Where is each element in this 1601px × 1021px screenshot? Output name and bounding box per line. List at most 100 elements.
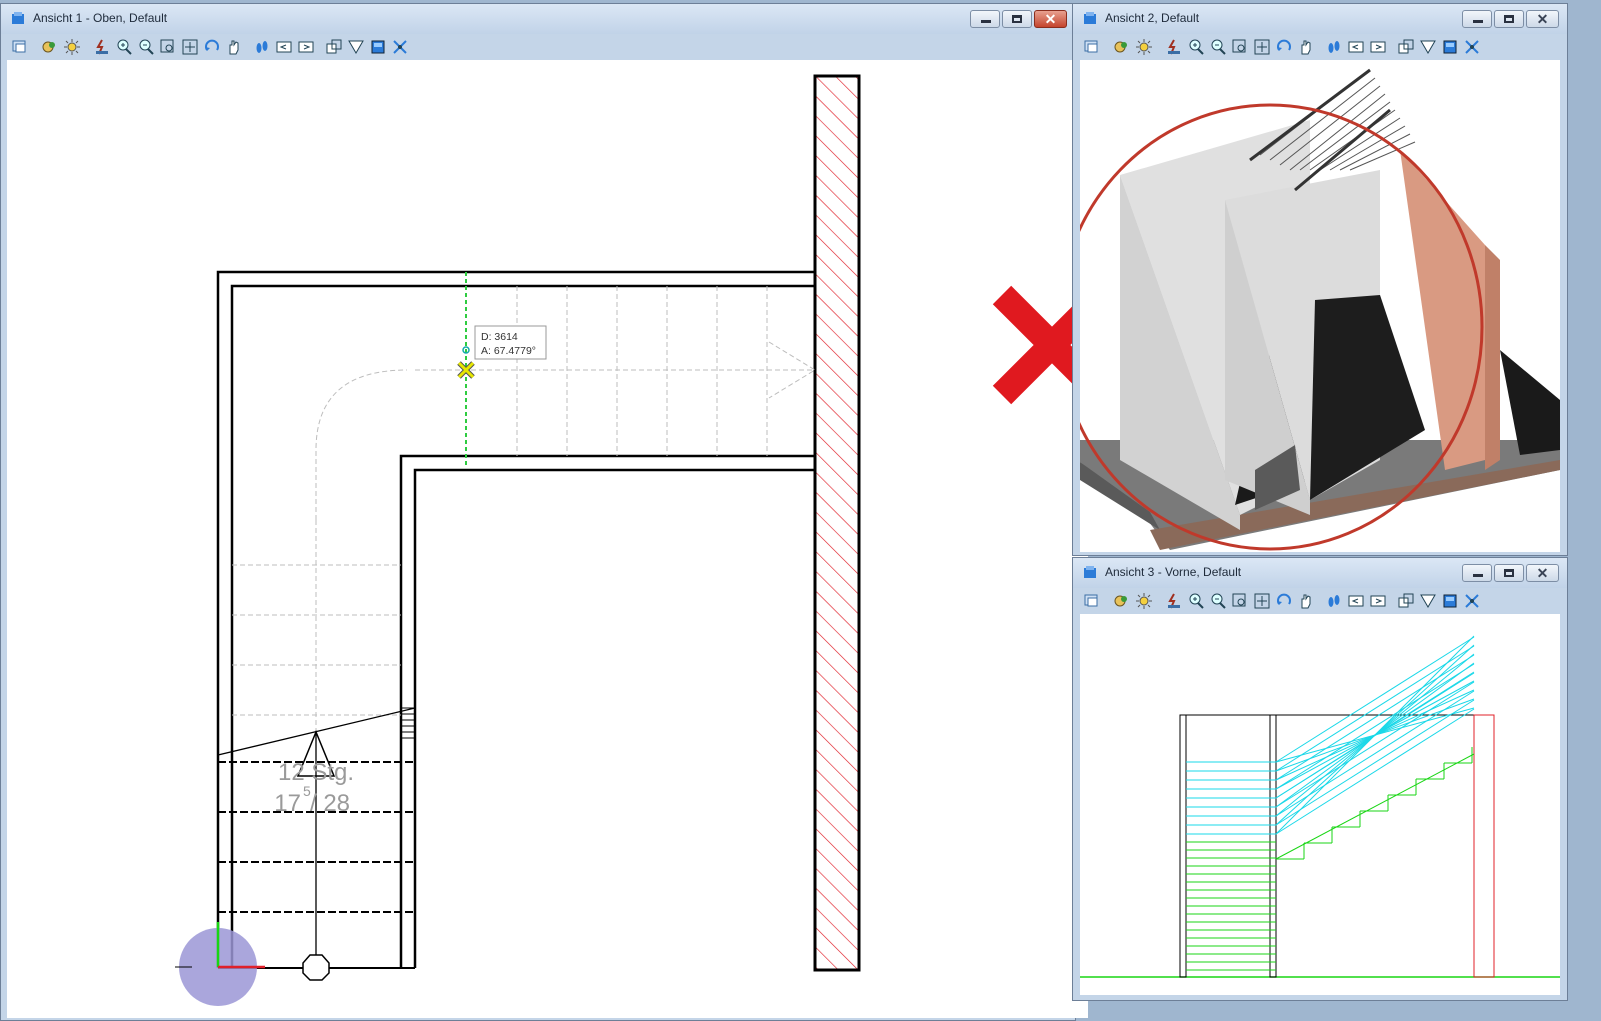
clip-volume-button[interactable] [1419,38,1437,56]
stair-step-count: 12 Stg. [278,759,354,786]
walk-button[interactable] [1325,592,1343,610]
view-attributes-button[interactable] [1083,38,1101,56]
zoom-in-icon [1189,39,1204,55]
view-attributes-button[interactable] [1083,592,1101,610]
hatched-wall [813,74,861,972]
rotate-view-button[interactable] [1275,38,1293,56]
rotate-view-button[interactable] [203,38,221,56]
next-view-button[interactable] [1369,592,1387,610]
previous-view-icon [276,41,292,53]
titlebar[interactable]: Ansicht 1 - Oben, Default ✕ [1,4,1075,34]
copy-view-icon [326,39,342,54]
stair-ratio-main: 17 [274,790,301,817]
view-display-mode-button[interactable] [1113,592,1131,610]
update-view-button[interactable] [1165,592,1183,610]
close-button[interactable]: ✕ [1034,10,1067,28]
minimize-icon [1473,20,1483,23]
lighting-button[interactable] [1135,38,1153,56]
front-elevation-drawing [1080,635,1560,978]
view-window-icon [12,12,24,24]
zoom-out-button[interactable] [137,38,155,56]
drawing-canvas-top[interactable]: 12 Stg. 17 5 / 28 D: 3614 A: 67.4779° [7,60,1088,1018]
zoom-in-button[interactable] [1187,38,1205,56]
drawing-canvas-iso[interactable] [1080,60,1560,552]
update-view-button[interactable] [1165,38,1183,56]
close-button[interactable]: ✕ [1526,564,1559,582]
update-view-button[interactable] [93,38,111,56]
walk-button[interactable] [1325,38,1343,56]
copy-view-button[interactable] [325,38,343,56]
view-toggles-button[interactable] [369,38,387,56]
minimize-button[interactable] [970,10,1000,28]
clip-volume-button[interactable] [1419,592,1437,610]
zoom-out-button[interactable] [1209,592,1227,610]
zoom-in-icon [117,39,132,55]
tooltip-angle: A: 67.4779° [481,345,536,357]
walk-button[interactable] [253,38,271,56]
clip-volume-button[interactable] [347,38,365,56]
copy-view-button[interactable] [1397,38,1415,56]
view-toggles-button[interactable] [1441,592,1459,610]
previous-view-button[interactable] [275,38,293,56]
minimize-button[interactable] [1462,10,1492,28]
render-button[interactable] [391,38,409,56]
view-display-mode-icon [42,41,55,53]
window-front-view[interactable]: Ansicht 3 - Vorne, Default ✕ [1072,557,1568,1001]
fit-view-button[interactable] [1253,38,1271,56]
render-icon [393,40,407,54]
fit-view-icon [182,39,198,55]
titlebar[interactable]: Ansicht 3 - Vorne, Default ✕ [1073,558,1567,588]
zoom-in-button[interactable] [1187,592,1205,610]
previous-view-button[interactable] [1347,38,1365,56]
fit-view-icon [1254,39,1270,55]
view-toolbar [7,35,1069,59]
window-top-view[interactable]: Ansicht 1 - Oben, Default ✕ 12 Stg. 17 5… [0,3,1088,1021]
view-toolbar [1079,35,1561,59]
maximize-icon [1012,15,1022,23]
front-upper-rail [1275,636,1475,763]
window-area-button[interactable] [1231,38,1249,56]
copy-view-button[interactable] [1397,592,1415,610]
view-toolbar [1079,589,1561,613]
view-display-mode-button[interactable] [1113,38,1131,56]
next-view-button[interactable] [297,38,315,56]
pan-icon [1301,40,1311,55]
window-area-button[interactable] [159,38,177,56]
view-attributes-icon [1084,594,1098,607]
zoom-out-button[interactable] [1209,38,1227,56]
view-display-mode-button[interactable] [41,38,59,56]
view-display-mode-icon [1114,41,1127,53]
pan-button[interactable] [1297,38,1315,56]
fit-view-button[interactable] [1253,592,1271,610]
minimize-icon [981,20,991,23]
view-attributes-button[interactable] [11,38,29,56]
maximize-button[interactable] [1494,564,1524,582]
lighting-button[interactable] [1135,592,1153,610]
close-button[interactable]: ✕ [1526,10,1559,28]
maximize-button[interactable] [1002,10,1032,28]
minimize-button[interactable] [1462,564,1492,582]
titlebar[interactable]: Ansicht 2, Default ✕ [1073,4,1567,34]
pan-button[interactable] [1297,592,1315,610]
window-area-button[interactable] [1231,592,1249,610]
pan-button[interactable] [225,38,243,56]
view-toggles-button[interactable] [1441,38,1459,56]
walk-icon [256,41,268,53]
lighting-button[interactable] [63,38,81,56]
clip-volume-icon [1420,40,1436,54]
rotate-view-icon [1277,39,1291,51]
tooltip-distance: D: 3614 [481,331,518,343]
render-button[interactable] [1463,592,1481,610]
drawing-canvas-front[interactable] [1080,614,1560,995]
window-iso-view[interactable]: Ansicht 2, Default ✕ [1072,3,1568,556]
maximize-button[interactable] [1494,10,1524,28]
stair-outer-stringer-inner [230,284,815,968]
start-marker [302,954,330,981]
rotate-view-button[interactable] [1275,592,1293,610]
render-button[interactable] [1463,38,1481,56]
fit-view-button[interactable] [181,38,199,56]
lighting-icon [64,39,80,55]
zoom-in-button[interactable] [115,38,133,56]
next-view-button[interactable] [1369,38,1387,56]
previous-view-button[interactable] [1347,592,1365,610]
